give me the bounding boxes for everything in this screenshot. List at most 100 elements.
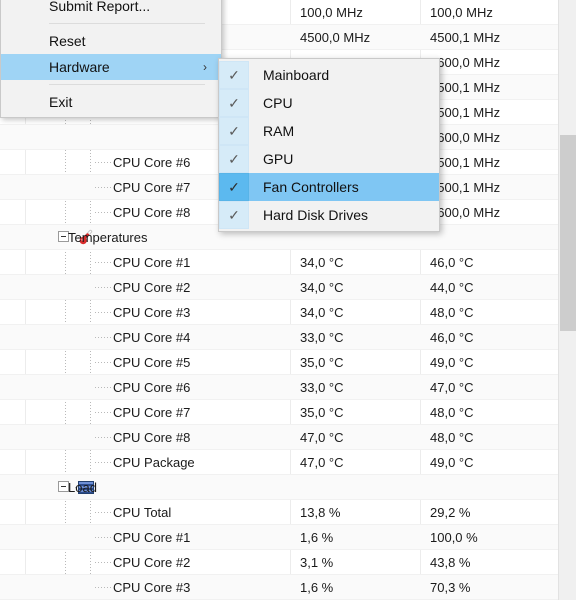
table-row[interactable]: CPU Package 47,0 °C 49,0 °C xyxy=(0,450,558,475)
chevron-right-icon: › xyxy=(203,60,207,74)
submenu-item-label: Fan Controllers xyxy=(263,179,359,195)
table-row[interactable]: CPU Core #5 35,0 °C 49,0 °C xyxy=(0,350,558,375)
table-row[interactable]: CPU Core #6 33,0 °C 47,0 °C xyxy=(0,375,558,400)
sensor-name-cell: CPU Core #3 xyxy=(113,579,191,595)
sensor-name-cell: CPU Core #7 xyxy=(113,179,191,195)
checkmark-icon[interactable]: ✓ xyxy=(219,117,249,145)
menu-item-reset[interactable]: Reset xyxy=(1,28,221,54)
table-row[interactable]: Load xyxy=(0,475,558,500)
submenu-item-hard-disk-drives[interactable]: ✓ Hard Disk Drives xyxy=(219,201,439,229)
sensor-name-cell: CPU Core #3 xyxy=(113,304,191,320)
submenu-item-label: RAM xyxy=(263,123,295,139)
table-row[interactable]: CPU Core #7 35,0 °C 48,0 °C xyxy=(0,400,558,425)
table-row[interactable]: CPU Core #2 3,1 % 43,8 % xyxy=(0,550,558,575)
submenu-item-fan-controllers[interactable]: ✓ Fan Controllers xyxy=(219,173,439,201)
sensor-max-cell: 100,0 % xyxy=(430,530,478,545)
sensor-max-cell: 48,0 °C xyxy=(430,305,474,320)
menu-separator xyxy=(49,23,205,24)
vertical-scrollbar[interactable] xyxy=(558,0,576,600)
sensor-name-cell: CPU Core #7 xyxy=(113,404,191,420)
checkmark-icon[interactable]: ✓ xyxy=(219,145,249,173)
sensor-max-cell: 4500,1 MHz xyxy=(430,155,501,170)
sensor-name-cell: CPU Core #6 xyxy=(113,379,191,395)
table-row[interactable]: CPU Core #2 34,0 °C 44,0 °C xyxy=(0,275,558,300)
sensor-max-cell: 43,8 % xyxy=(430,555,471,570)
checkmark-icon[interactable]: ✓ xyxy=(219,61,249,89)
sensor-max-cell: 4500,1 MHz xyxy=(430,80,501,95)
sensor-value-cell: 34,0 °C xyxy=(300,255,344,270)
sensor-value-cell: 33,0 °C xyxy=(300,330,344,345)
sensor-max-cell: 4500,1 MHz xyxy=(430,105,501,120)
sensor-max-cell: 100,0 MHz xyxy=(430,5,493,20)
sensor-value-cell: 34,0 °C xyxy=(300,280,344,295)
submenu-item-gpu[interactable]: ✓ GPU xyxy=(219,145,439,173)
sensor-value-cell: 100,0 MHz xyxy=(300,5,363,20)
menu-separator xyxy=(49,84,205,85)
sensor-name-cell: CPU Package xyxy=(113,454,195,470)
menu-item-label: Exit xyxy=(49,94,73,110)
submenu-item-label: GPU xyxy=(263,151,294,167)
sensor-max-cell: 48,0 °C xyxy=(430,430,474,445)
sensor-name-cell: CPU Core #4 xyxy=(113,329,191,345)
menu-item-label: Submit Report... xyxy=(49,0,151,14)
sensor-value-cell: 35,0 °C xyxy=(300,355,344,370)
sensor-max-cell: 4600,0 MHz xyxy=(430,55,501,70)
menu-item-submit-report[interactable]: Submit Report... xyxy=(1,0,221,19)
sensor-value-cell: 13,8 % xyxy=(300,505,341,520)
checkmark-icon[interactable]: ✓ xyxy=(219,89,249,117)
hardware-submenu[interactable]: ✓ Mainboard ✓ CPU ✓ RAM ✓ GPU ✓ Fan Controllers ✓ H… xyxy=(218,58,440,232)
sensor-max-cell: 46,0 °C xyxy=(430,330,474,345)
context-menu[interactable]: Submit Report... Reset Hardware › Exit xyxy=(0,0,222,118)
sensor-value-cell: 47,0 °C xyxy=(300,430,344,445)
sensor-value-cell: 1,6 % xyxy=(300,580,334,595)
checkmark-icon[interactable]: ✓ xyxy=(219,173,249,201)
sensor-max-cell: 47,0 °C xyxy=(430,380,474,395)
table-row[interactable]: CPU Total 13,8 % 29,2 % xyxy=(0,500,558,525)
sensor-name-cell: Temperatures xyxy=(68,229,148,245)
scrollbar-thumb[interactable] xyxy=(560,135,576,331)
sensor-max-cell: 46,0 °C xyxy=(430,255,474,270)
submenu-item-ram[interactable]: ✓ RAM xyxy=(219,117,439,145)
sensor-value-cell: 35,0 °C xyxy=(300,405,344,420)
table-row[interactable]: CPU Core #1 1,6 % 100,0 % xyxy=(0,525,558,550)
submenu-item-label: Hard Disk Drives xyxy=(263,207,369,223)
sensor-name-cell: CPU Core #1 xyxy=(113,254,191,270)
checkmark-icon[interactable]: ✓ xyxy=(219,201,249,229)
table-row[interactable]: CPU Core #8 47,0 °C 48,0 °C xyxy=(0,425,558,450)
sensor-name-cell: CPU Total xyxy=(113,504,172,520)
sensor-name-cell: CPU Core #2 xyxy=(113,554,191,570)
sensor-name-cell: CPU Core #1 xyxy=(113,529,191,545)
menu-item-label: Reset xyxy=(49,33,86,49)
menu-item-exit[interactable]: Exit xyxy=(1,89,221,115)
sensor-value-cell: 3,1 % xyxy=(300,555,334,570)
sensor-name-cell: CPU Core #2 xyxy=(113,279,191,295)
sensor-max-cell: 4500,1 MHz xyxy=(430,30,501,45)
sensor-name-cell: Load xyxy=(68,479,97,495)
sensor-value-cell: 4500,0 MHz xyxy=(300,30,371,45)
submenu-item-label: Mainboard xyxy=(263,67,330,83)
submenu-item-cpu[interactable]: ✓ CPU xyxy=(219,89,439,117)
sensor-max-cell: 49,0 °C xyxy=(430,455,474,470)
sensor-max-cell: 4500,1 MHz xyxy=(430,180,501,195)
sensor-name-cell: CPU Core #6 xyxy=(113,154,191,170)
table-row[interactable]: CPU Core #1 34,0 °C 46,0 °C xyxy=(0,250,558,275)
submenu-item-label: CPU xyxy=(263,95,293,111)
sensor-max-cell: 4600,0 MHz xyxy=(430,205,501,220)
sensor-max-cell: 70,3 % xyxy=(430,580,471,595)
sensor-max-cell: 49,0 °C xyxy=(430,355,474,370)
sensor-max-cell: 44,0 °C xyxy=(430,280,474,295)
table-row[interactable]: CPU Core #4 33,0 °C 46,0 °C xyxy=(0,325,558,350)
sensor-value-cell: 34,0 °C xyxy=(300,305,344,320)
menu-item-hardware[interactable]: Hardware › xyxy=(1,54,221,80)
table-row[interactable]: CPU Core #3 34,0 °C 48,0 °C xyxy=(0,300,558,325)
sensor-name-cell: CPU Core #8 xyxy=(113,204,191,220)
submenu-item-mainboard[interactable]: ✓ Mainboard xyxy=(219,61,439,89)
table-row[interactable]: CPU Core #3 1,6 % 70,3 % xyxy=(0,575,558,600)
sensor-value-cell: 33,0 °C xyxy=(300,380,344,395)
sensor-max-cell: 4600,0 MHz xyxy=(430,130,501,145)
sensor-value-cell: 1,6 % xyxy=(300,530,334,545)
menu-item-label: Hardware xyxy=(49,59,110,75)
sensor-name-cell: CPU Core #5 xyxy=(113,354,191,370)
sensor-max-cell: 48,0 °C xyxy=(430,405,474,420)
sensor-value-cell: 47,0 °C xyxy=(300,455,344,470)
